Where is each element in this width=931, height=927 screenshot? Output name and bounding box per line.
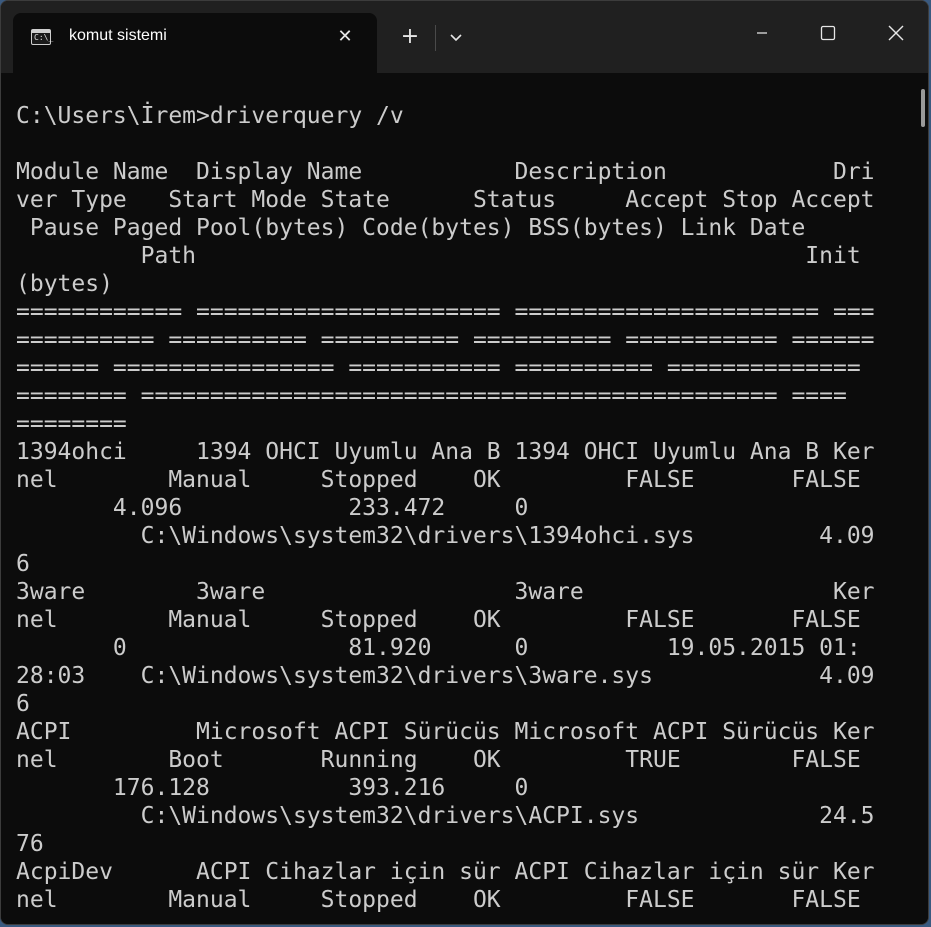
tab-close-icon[interactable]: ✕: [333, 25, 357, 49]
console-line: 0 81.920 0 19.05.2015 01:: [16, 635, 861, 661]
console-line: C:\Windows\system32\drivers\1394ohci.sys…: [16, 523, 875, 549]
terminal-output-area[interactable]: C:\Users\İrem>driverquery /v Module Name…: [1, 73, 928, 924]
console-line: 6: [16, 691, 30, 717]
console-line: ======== ===============================…: [16, 383, 847, 409]
console-line: 1394ohci 1394 OHCI Uyumlu Ana B 1394 OHC…: [16, 439, 875, 465]
terminal-icon: C:\_: [31, 29, 53, 45]
console-line: ====== ================ =========== ====…: [16, 355, 861, 381]
titlebar-divider: [435, 25, 436, 51]
console-line: nel Manual Stopped OK FALSE FALSE: [16, 467, 861, 493]
console-output: C:\Users\İrem>driverquery /v Module Name…: [16, 102, 875, 914]
maximize-icon[interactable]: [805, 13, 851, 53]
scrollbar-thumb[interactable]: [921, 89, 925, 127]
console-line: nel Manual Stopped OK FALSE FALSE: [16, 887, 861, 913]
console-line: AcpiDev ACPI Cihazlar için sür ACPI Ciha…: [16, 859, 875, 885]
chevron-down-icon[interactable]: [443, 23, 469, 51]
new-tab-button[interactable]: +: [395, 23, 425, 51]
console-line: (bytes): [16, 271, 113, 297]
console-line: Module Name Display Name Description Dri: [16, 159, 875, 185]
console-line: 6: [16, 551, 30, 577]
console-line: Path Init: [16, 243, 861, 269]
console-line: ver Type Start Mode State Status Accept …: [16, 187, 875, 213]
console-line: ============ ====================== ====…: [16, 299, 875, 325]
close-icon[interactable]: [873, 13, 919, 53]
title-bar: C:\_ komut sistemi ✕ +: [1, 1, 928, 73]
console-line: ACPI Microsoft ACPI Sürücüs Microsoft AC…: [16, 719, 875, 745]
console-line: ========: [16, 411, 127, 437]
console-line: 4.096 233.472 0: [16, 495, 529, 521]
console-line: 176.128 393.216 0: [16, 775, 529, 801]
console-line: nel Boot Running OK TRUE FALSE: [16, 747, 861, 773]
console-line: C:\Windows\system32\drivers\ACPI.sys 24.…: [16, 803, 875, 829]
terminal-window: C:\_ komut sistemi ✕ + C:\Users\İrem>dri…: [0, 0, 929, 925]
console-line: C:\Users\İrem>driverquery /v: [16, 103, 404, 129]
console-line: 76: [16, 831, 44, 857]
console-line: ========== ========== ========== =======…: [16, 327, 875, 353]
console-line: Pause Paged Pool(bytes) Code(bytes) BSS(…: [16, 215, 806, 241]
console-line: nel Manual Stopped OK FALSE FALSE: [16, 607, 861, 633]
tab-title: komut sistemi: [69, 27, 167, 44]
console-line: 28:03 C:\Windows\system32\drivers\3ware.…: [16, 663, 875, 689]
console-line: 3ware 3ware 3ware Ker: [16, 579, 875, 605]
minimize-icon[interactable]: [739, 13, 785, 53]
tab-komut-sistemi[interactable]: C:\_ komut sistemi ✕: [13, 13, 377, 73]
